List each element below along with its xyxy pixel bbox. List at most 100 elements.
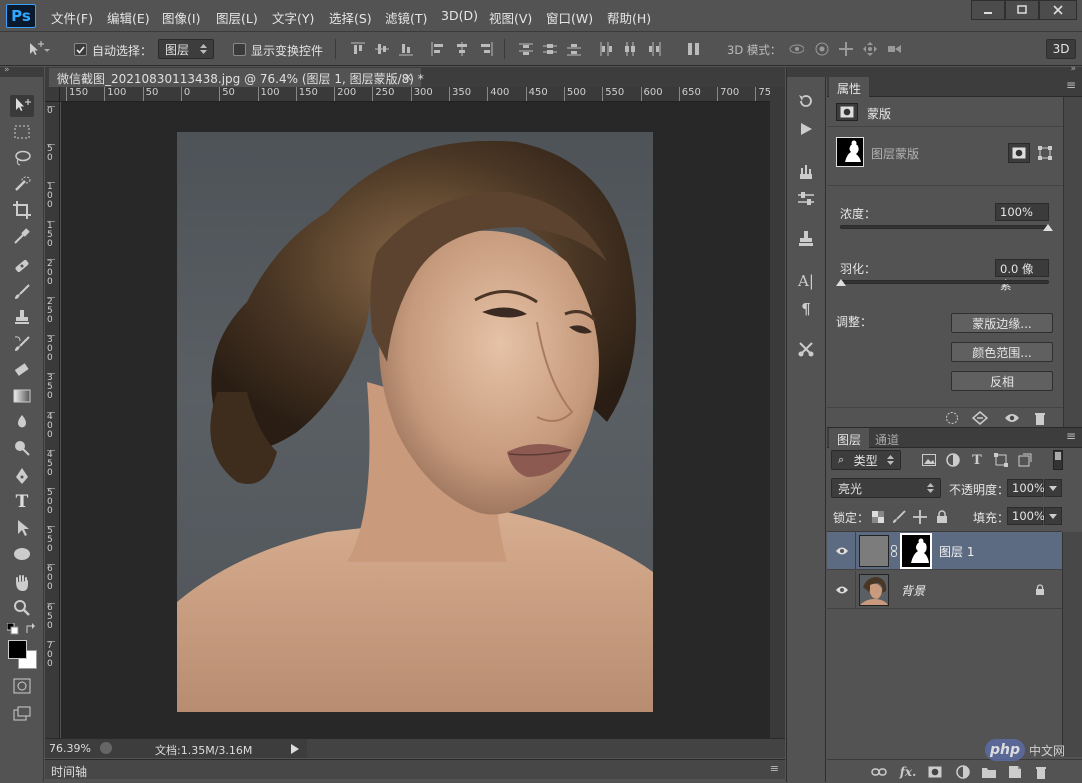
align-bottom-icon[interactable] [398, 41, 414, 57]
lock-all-icon[interactable] [935, 510, 949, 524]
document-tab[interactable]: 微信截图_20210830113438.jpg @ 76.4% (图层 1, 图… [49, 68, 424, 87]
select-pixel-mask-button[interactable] [1008, 143, 1030, 163]
filter-adjustment-icon[interactable] [945, 452, 961, 468]
fill-dropdown-arrow[interactable] [1044, 507, 1062, 525]
filter-smart-object-icon[interactable] [1017, 452, 1033, 468]
path-selection-tool[interactable] [10, 517, 34, 539]
screen-mode-button[interactable] [10, 703, 34, 725]
add-mask-icon[interactable] [927, 764, 943, 780]
fx-icon[interactable]: fx. [899, 764, 917, 780]
apply-mask-icon[interactable] [972, 410, 988, 426]
marquee-tool[interactable] [10, 121, 34, 143]
blend-mode-dropdown[interactable]: 亮光 [831, 478, 941, 498]
show-transform-checkbox[interactable] [233, 43, 246, 56]
color-range-button[interactable]: 颜色范围... [951, 342, 1053, 362]
menu-view[interactable]: 视图(V) [489, 8, 532, 27]
density-slider-thumb[interactable] [1043, 224, 1053, 231]
shape-tool[interactable] [10, 543, 34, 565]
align-left-icon[interactable] [430, 41, 446, 57]
lock-position-icon[interactable] [913, 510, 927, 524]
layer-filter-dropdown[interactable]: ⌕ 类型 [831, 450, 901, 470]
align-right-icon[interactable] [478, 41, 494, 57]
menu-select[interactable]: 选择(S) [329, 8, 372, 27]
pen-tool[interactable] [10, 465, 34, 487]
new-group-icon[interactable] [981, 764, 997, 780]
zoom-level[interactable]: 76.39% [49, 742, 91, 755]
density-slider[interactable] [840, 224, 1053, 231]
foreground-color-swatch[interactable] [8, 640, 27, 659]
layer-row[interactable]: 图层 1 [827, 532, 1062, 570]
panel-menu-icon[interactable]: ≡ [770, 762, 779, 775]
history-icon[interactable] [795, 91, 817, 111]
eye-icon[interactable] [1004, 410, 1020, 426]
3d-pan-icon[interactable] [838, 41, 854, 57]
mask-link-icon[interactable] [890, 544, 898, 558]
gradient-tool[interactable] [10, 385, 34, 407]
eyedropper-tool[interactable] [10, 225, 34, 247]
crop-tool[interactable] [10, 199, 34, 221]
feather-input[interactable]: 0.0 像素 [995, 259, 1049, 292]
ruler-origin[interactable] [45, 87, 60, 102]
lasso-tool[interactable] [10, 147, 34, 169]
link-layers-icon[interactable] [871, 764, 887, 780]
visibility-eye-icon[interactable] [833, 582, 851, 598]
filter-type-icon[interactable]: T [969, 452, 985, 468]
maximize-button[interactable] [1005, 0, 1039, 20]
lock-transparent-icon[interactable] [871, 510, 885, 524]
swap-colors-icon[interactable] [25, 623, 37, 635]
layers-scrollbar[interactable] [1062, 532, 1082, 757]
document-image[interactable] [177, 132, 653, 712]
hand-tool[interactable] [10, 571, 34, 593]
panel-menu-icon[interactable]: ≡ [1066, 429, 1076, 443]
layer-name[interactable]: 图层 1 [939, 543, 974, 560]
filter-pixel-icon[interactable] [921, 452, 937, 468]
load-selection-icon[interactable] [944, 410, 960, 426]
minimize-button[interactable] [971, 0, 1005, 20]
menu-help[interactable]: 帮助(H) [607, 8, 651, 27]
healing-brush-tool[interactable] [10, 255, 34, 277]
opacity-dropdown-arrow[interactable] [1044, 479, 1062, 497]
status-info-icon[interactable] [100, 742, 112, 754]
tab-layers[interactable]: 图层 [829, 428, 870, 448]
density-input[interactable]: 100% [995, 203, 1049, 221]
layer-mask-thumbnail[interactable] [836, 137, 864, 167]
brush-presets-icon[interactable] [795, 161, 817, 181]
3d-slide-icon[interactable] [862, 41, 878, 57]
background-thumbnail[interactable] [859, 574, 889, 606]
close-button[interactable] [1039, 0, 1077, 20]
blur-tool[interactable] [10, 411, 34, 433]
paragraph-icon[interactable]: ¶ [795, 299, 817, 319]
filter-shape-icon[interactable] [993, 452, 1009, 468]
menu-file[interactable]: 文件(F) [51, 8, 93, 27]
lock-icon[interactable] [1033, 582, 1047, 598]
menu-image[interactable]: 图像(I) [162, 8, 200, 27]
new-adjustment-icon[interactable] [955, 764, 971, 780]
lock-image-icon[interactable] [891, 510, 907, 524]
menu-window[interactable]: 窗口(W) [546, 8, 593, 27]
layer-row[interactable]: 背景 [827, 571, 1062, 609]
3d-roll-icon[interactable] [814, 41, 830, 57]
distribute-top-icon[interactable] [518, 41, 534, 57]
status-menu-arrow[interactable] [289, 742, 301, 756]
menu-3d[interactable]: 3D(D) [441, 8, 478, 23]
distribute-right-icon[interactable] [646, 41, 662, 57]
move-tool-preset-picker[interactable] [24, 40, 50, 58]
filter-toggle[interactable] [1053, 450, 1063, 470]
type-tool[interactable]: T [10, 491, 34, 513]
character-icon[interactable]: A| [795, 271, 817, 291]
tool-presets-icon[interactable] [795, 339, 817, 359]
vertical-scrollbar[interactable] [770, 87, 785, 738]
mask-type-icon[interactable] [836, 103, 858, 121]
align-hcenter-icon[interactable] [454, 41, 470, 57]
fill-input[interactable]: 100% [1007, 507, 1045, 525]
tab-properties[interactable]: 属性 [829, 77, 870, 97]
opacity-input[interactable]: 100% [1007, 479, 1045, 497]
move-tool[interactable] [10, 95, 34, 117]
panel-collapse-bar[interactable]: » [827, 64, 1082, 77]
visibility-eye-icon[interactable] [833, 543, 851, 559]
distribute-hcenter-icon[interactable] [622, 41, 638, 57]
actions-play-icon[interactable] [795, 119, 817, 139]
brush-tool[interactable] [10, 281, 34, 303]
canvas-area[interactable] [61, 102, 770, 738]
menu-layer[interactable]: 图层(L) [216, 8, 258, 27]
